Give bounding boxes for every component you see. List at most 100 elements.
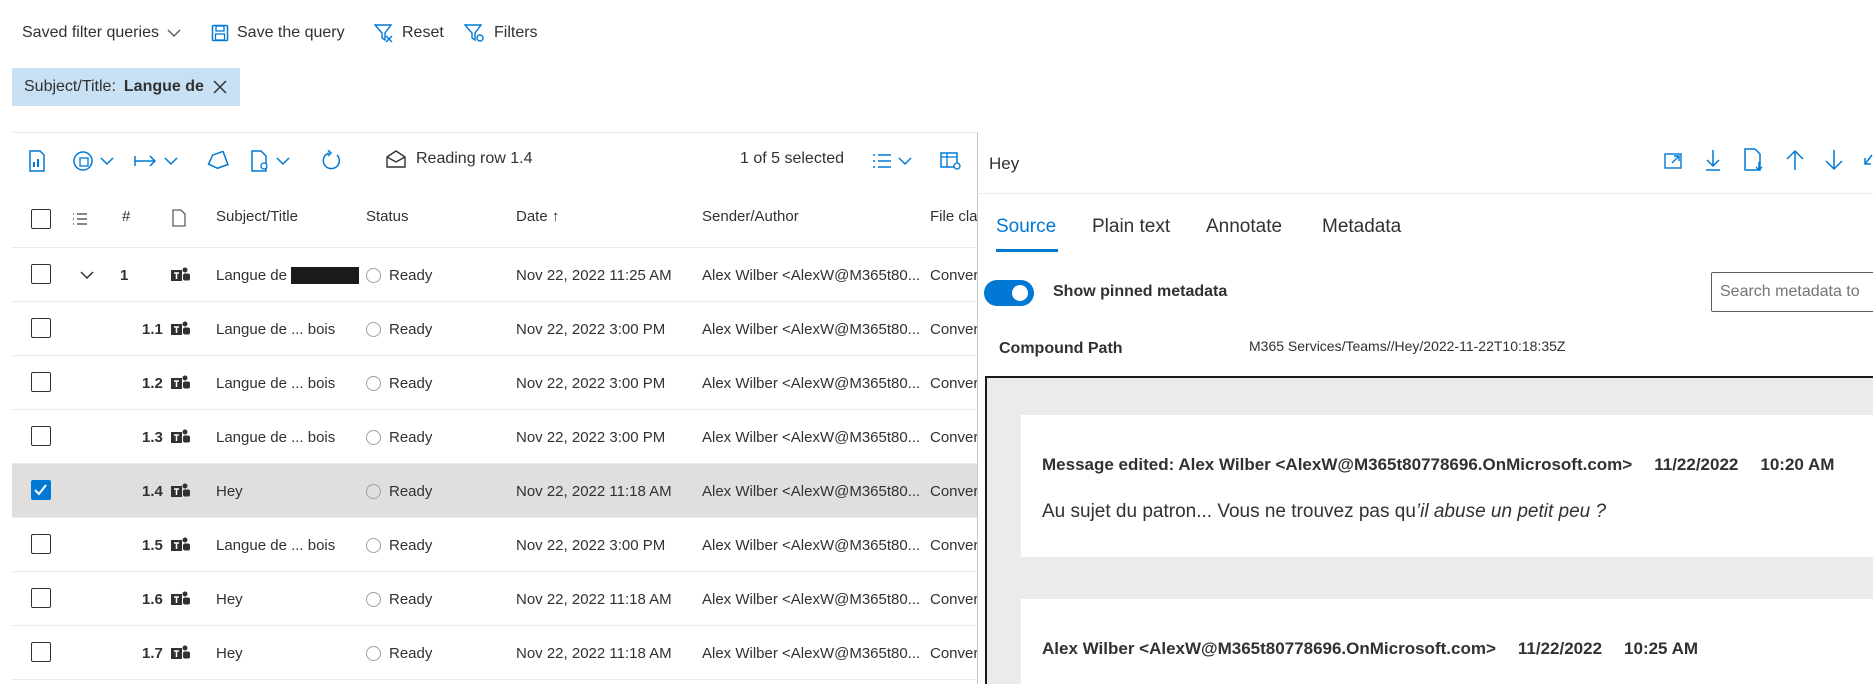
toggle-knob — [1012, 285, 1028, 301]
file-type-icon — [172, 209, 186, 227]
column-header-file-class[interactable]: File cla — [930, 208, 978, 225]
message-sender: Message edited: Alex Wilber <AlexW@M365t… — [1042, 455, 1633, 474]
row-checkbox[interactable] — [31, 372, 51, 392]
column-header-sender[interactable]: Sender/Author — [702, 208, 799, 225]
chevron-down-icon[interactable] — [80, 270, 94, 280]
teams-icon — [170, 518, 200, 572]
tab-source[interactable]: Source — [996, 216, 1056, 238]
status-cell: Ready — [366, 410, 506, 464]
document-settings-icon — [251, 150, 268, 172]
teams-icon — [170, 302, 200, 356]
column-header-subject[interactable]: Subject/Title — [216, 208, 298, 225]
row-checkbox-checked[interactable] — [31, 480, 51, 500]
arrow-down-icon[interactable] — [1824, 148, 1844, 172]
message-date: 11/22/2022 — [1517, 639, 1603, 658]
status-circle-icon — [366, 645, 381, 661]
column-header-number[interactable]: # — [122, 208, 130, 225]
message-time: 10:20 AM — [1760, 455, 1835, 474]
compound-path-value: M365 Services/Teams//Hey/2022-11-22T10:1… — [1249, 338, 1566, 354]
teams-icon — [170, 464, 200, 518]
row-checkbox[interactable] — [31, 588, 51, 608]
table-row[interactable]: 1 Langue de Ready Nov 22, 2022 11:25 AM … — [12, 248, 977, 302]
pinned-metadata-toggle[interactable] — [984, 280, 1034, 306]
toggle-label: Show pinned metadata — [1053, 283, 1228, 300]
export-report-button[interactable] — [28, 148, 46, 174]
close-icon[interactable] — [212, 79, 228, 95]
status-circle-icon — [366, 483, 381, 499]
file-class-cell: Conver — [930, 374, 977, 392]
save-query-button[interactable]: Save the query — [211, 20, 345, 46]
chevron-down-icon — [167, 29, 181, 38]
status-cell: Ready — [366, 572, 506, 626]
message-time: 10:25 AM — [1624, 639, 1699, 658]
column-header-status[interactable]: Status — [366, 208, 409, 225]
tab-metadata[interactable]: Metadata — [1322, 216, 1401, 238]
report-icon — [29, 150, 45, 172]
file-class-cell: Conver — [930, 536, 977, 554]
message-header: Message edited: Alex Wilber <AlexW@M365t… — [1042, 455, 1834, 475]
subject-text: Langue de — [216, 266, 287, 284]
document-download-icon[interactable] — [1743, 148, 1765, 172]
row-checkbox[interactable] — [31, 426, 51, 446]
row-checkbox[interactable] — [31, 318, 51, 338]
chevron-down-icon — [898, 157, 912, 166]
label-icon — [207, 151, 229, 170]
filters-button[interactable]: Filters — [464, 20, 538, 46]
filter-settings-icon — [464, 24, 484, 42]
date-cell: Nov 22, 2022 11:18 AM — [516, 644, 672, 662]
download-icon[interactable] — [1704, 148, 1722, 172]
teams-icon — [170, 626, 200, 680]
message-sender: Alex Wilber <AlexW@M365t80778696.OnMicro… — [1042, 639, 1496, 658]
message-date: 11/22/2022 — [1654, 455, 1739, 474]
subject-cell: Hey — [216, 590, 243, 608]
status-text: Ready — [389, 428, 433, 446]
subject-cell: Langue de ... bois — [216, 320, 336, 338]
status-circle-icon — [366, 321, 381, 337]
chip-label: Subject/Title: — [24, 78, 116, 95]
divider — [977, 193, 1873, 194]
sender-cell: Alex Wilber <AlexW@M365t80... — [702, 590, 921, 608]
subject-cell: Hey — [216, 482, 243, 500]
message-body: Au sujet du patron... Vous ne trouvez pa… — [1042, 501, 1606, 523]
row-checkbox[interactable] — [31, 642, 51, 662]
move-dropdown-button[interactable] — [134, 148, 178, 174]
refresh-button[interactable] — [320, 148, 342, 174]
table-row[interactable]: 1.1 Langue de ... bois Ready Nov 22, 202… — [12, 302, 977, 356]
date-cell: Nov 22, 2022 3:00 PM — [516, 320, 666, 338]
view-options-dropdown[interactable] — [872, 148, 912, 174]
select-all-checkbox[interactable] — [31, 209, 51, 229]
tab-plain-text[interactable]: Plain text — [1092, 216, 1170, 238]
subject-filter-chip[interactable]: Subject/Title: Langue de — [12, 68, 240, 106]
teams-icon — [170, 248, 200, 302]
saved-filter-queries-dropdown[interactable]: Saved filter queries — [22, 20, 181, 46]
row-checkbox[interactable] — [31, 534, 51, 554]
list-view-icon — [873, 154, 891, 168]
collapse-icon[interactable] — [1863, 152, 1873, 172]
table-row[interactable]: 1.5 Langue de ... bois Ready Nov 22, 202… — [12, 518, 977, 572]
table-row-selected[interactable]: 1.4 Hey Ready Nov 22, 2022 11:18 AM Alex… — [12, 464, 977, 518]
reset-button[interactable]: Reset — [374, 20, 444, 46]
envelope-open-icon — [386, 150, 406, 168]
table-settings-icon — [940, 152, 961, 170]
table-row[interactable]: 1.2 Langue de ... bois Ready Nov 22, 202… — [12, 356, 977, 410]
search-metadata-input[interactable] — [1711, 272, 1873, 312]
message-card: Alex Wilber <AlexW@M365t80778696.OnMicro… — [1021, 599, 1873, 684]
row-checkbox[interactable] — [31, 264, 51, 284]
label-button[interactable] — [205, 148, 229, 174]
subject-cell: Langue de ... bois — [216, 374, 336, 392]
document-actions-dropdown[interactable] — [250, 148, 290, 174]
arrow-up-icon[interactable] — [1785, 148, 1805, 172]
status-circle-icon — [366, 429, 381, 445]
compound-path-label: Compound Path — [999, 340, 1123, 357]
date-cell: Nov 22, 2022 3:00 PM — [516, 374, 666, 392]
pop-out-icon[interactable] — [1664, 151, 1684, 171]
reading-row-indicator: Reading row 1.4 — [386, 150, 533, 168]
table-row[interactable]: 1.6 Hey Ready Nov 22, 2022 11:18 AM Alex… — [12, 572, 977, 626]
status-cell: Ready — [366, 464, 506, 518]
table-row[interactable]: 1.3 Langue de ... bois Ready Nov 22, 202… — [12, 410, 977, 464]
tab-annotate[interactable]: Annotate — [1206, 216, 1282, 238]
column-settings-button[interactable] — [940, 148, 962, 174]
column-header-date[interactable]: Date ↑ — [516, 208, 559, 225]
tag-dropdown-button[interactable] — [72, 148, 114, 174]
table-row[interactable]: 1.7 Hey Ready Nov 22, 2022 11:18 AM Alex… — [12, 626, 977, 680]
